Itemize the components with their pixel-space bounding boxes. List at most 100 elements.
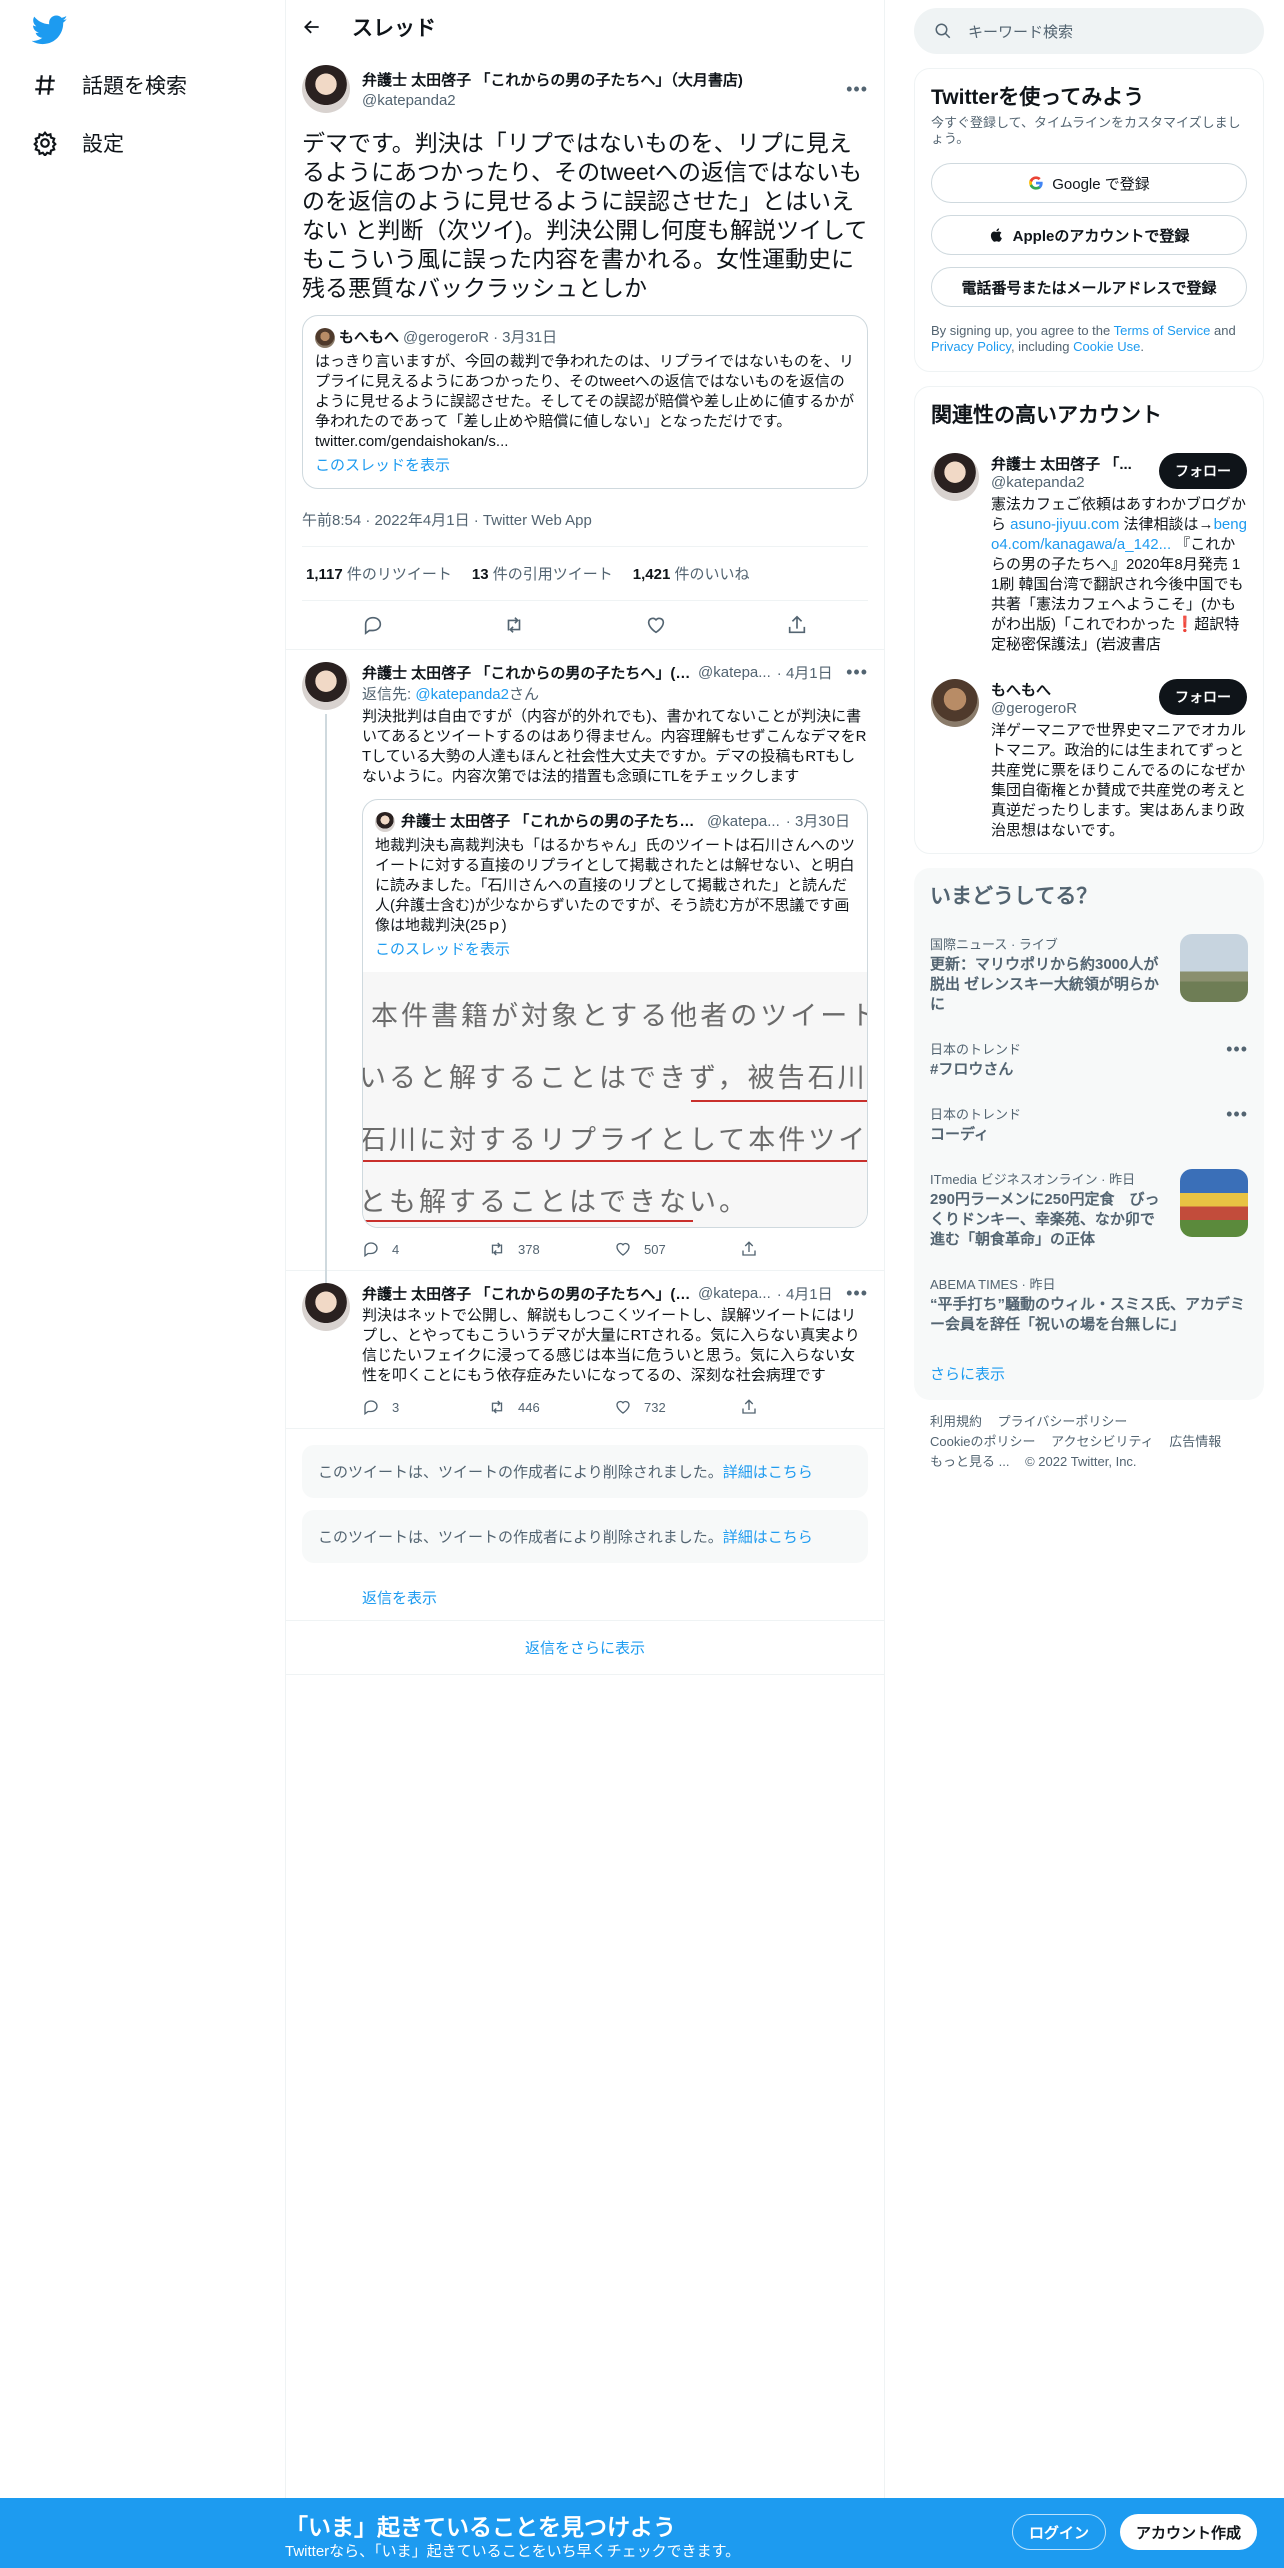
nav-settings[interactable]: 設定 [32,128,124,158]
show-thread-link[interactable]: このスレッドを表示 [375,940,855,960]
trend-item[interactable]: ITmedia ビジネスオンライン · 昨日 290円ラーメンに250円定食 び… [914,1157,1264,1262]
google-icon [1029,176,1043,190]
share-icon[interactable] [786,614,808,636]
quote-date: 3月31日 [502,329,558,346]
left-nav: 話題を検索 設定 [0,0,285,2568]
more-options-icon[interactable]: ••• [846,662,868,683]
thread-connector [325,714,327,1304]
phone-email-signup-button[interactable]: 電話番号またはメールアドレスで登録 [931,267,1247,307]
account-item[interactable]: もへもへ @gerogeroR フォロー 洋ゲーマニアで世界史マニアでオカルトマ… [915,667,1263,853]
reply-button[interactable]: 4 [362,1240,488,1258]
show-replies-link[interactable]: 返信を表示 [286,1575,884,1621]
reply-tweet[interactable]: 弁護士 太田啓子 「これからの男の子たちへ」(大月書店) @katepa... … [286,1271,884,1429]
follow-button[interactable]: フォロー [1159,679,1247,715]
underline [363,1160,867,1162]
tweet-actions: 4 378 507 [362,1240,868,1258]
trend-item[interactable]: 日本のトレンド #フロウさん ••• [914,1027,1264,1092]
quoted-tweet[interactable]: 弁護士 太田啓子 「これからの男の子たちへ」(大月書店) @katepa... … [362,799,868,1228]
quoted-tweet[interactable]: もへもへ @gerogeroR · 3月31日 はっきり言いますが、今回の裁判で… [302,315,868,489]
twitter-logo-icon[interactable] [32,12,68,48]
search-input[interactable]: キーワード検索 [968,21,1073,42]
more-options-icon[interactable]: ••• [846,1283,868,1304]
account-name[interactable]: もへもへ [991,679,1159,700]
footer-link[interactable]: Cookieのポリシー [930,1434,1035,1449]
account-item[interactable]: 弁護士 太田啓子 「... @katepanda2 フォロー 憲法カフェご依頼は… [915,441,1263,667]
bottom-signup-bar: 「いま」起きていることを見つけよう Twitterなら、「いま」起きていることを… [0,2498,1284,2568]
author-name[interactable]: 弁護士 太田啓子 「これからの男の子たちへ」(大月書店) [362,1283,692,1304]
reply-tweet[interactable]: 弁護士 太田啓子 「これからの男の子たちへ」(大月書店) @katepa... … [286,650,884,1304]
retweet-button[interactable]: 446 [488,1398,614,1416]
avatar[interactable] [302,662,350,710]
retweets-stat[interactable]: 1,117 件のリツイート [306,563,452,584]
trend-item[interactable]: 国際ニュース · ライブ 更新：マリウポリから約3000人が脱出 ゼレンスキー大… [914,922,1264,1027]
retweet-button[interactable]: 378 [488,1240,614,1258]
like-icon [616,1242,630,1256]
like-button[interactable]: 732 [614,1398,740,1416]
more-options-icon[interactable]: ••• [846,79,868,100]
share-button[interactable] [740,1398,866,1416]
author-name[interactable]: 弁護士 太田啓子 「これからの男の子たちへ」（大月書店) [362,69,834,90]
share-button[interactable] [740,1240,866,1258]
retweet-icon[interactable] [503,614,525,636]
footer-link[interactable]: 利用規約 [930,1414,982,1429]
tweet-stats: 1,117 件のリツイート 13 件の引用ツイート 1,421 件のいいね [302,547,868,601]
quote-date: · 3月30日 [785,813,850,830]
trend-thumbnail [1180,1169,1248,1237]
avatar[interactable] [931,453,979,501]
account-handle[interactable]: @gerogeroR [991,700,1159,717]
likes-stat[interactable]: 1,421 件のいいね [633,563,750,584]
trends-show-more[interactable]: さらに表示 [914,1347,1264,1400]
author-handle[interactable]: @katepanda2 [362,92,834,109]
show-more-replies-button[interactable]: 返信をさらに表示 [286,1621,884,1675]
like-icon[interactable] [645,614,667,636]
trend-title: #フロウさん [930,1061,1014,1078]
reply-button[interactable]: 3 [362,1398,488,1416]
login-button[interactable]: ログイン [1012,2514,1107,2550]
terms-link[interactable]: Terms of Service [1114,323,1211,338]
image-text-line: とも解することはできない。 [363,1187,749,1218]
avatar[interactable] [302,1283,350,1331]
account-handle[interactable]: @katepanda2 [991,474,1159,491]
tweet-date[interactable]: · 4月1日 [777,1283,833,1304]
avatar[interactable] [302,65,350,113]
back-arrow-icon[interactable] [302,17,322,37]
details-link[interactable]: 詳細はこちら [723,1529,813,1546]
apple-signup-button[interactable]: Appleのアカウントで登録 [931,215,1247,255]
footer-link[interactable]: 広告情報 [1169,1434,1221,1449]
quote-avatar [315,328,335,348]
more-options-icon[interactable]: ••• [1226,1104,1248,1145]
footer-more[interactable]: もっと見る ... [930,1454,1009,1469]
bio-link[interactable]: asuno-jiyuu.com [1010,516,1119,533]
footer-link[interactable]: プライバシーポリシー [998,1414,1128,1429]
show-thread-link[interactable]: このスレッドを表示 [315,456,855,476]
like-button[interactable]: 507 [614,1240,740,1258]
cookie-link[interactable]: Cookie Use [1073,339,1140,354]
nav-explore[interactable]: 話題を検索 [32,70,187,100]
trend-context: ABEMA TIMES · 昨日 [930,1277,1056,1292]
quote-link[interactable]: twitter.com/gendaishokan/s... [315,432,855,452]
footer-link[interactable]: アクセシビリティ [1051,1434,1154,1449]
retweet-icon [491,1242,503,1256]
tweet-actions [302,601,868,649]
follow-button[interactable]: フォロー [1159,453,1247,489]
trend-item[interactable]: 日本のトレンド コーディ ••• [914,1092,1264,1157]
author-handle[interactable]: @katepa... [698,1285,771,1302]
reply-icon[interactable] [362,614,384,636]
quoted-image[interactable]: 本件書籍が対象とする他者のツイートが被 いると解することはできず，被告石川が，本… [363,972,867,1227]
reply-to-handle[interactable]: @katepanda2 [415,686,509,703]
search-box[interactable]: キーワード検索 [914,8,1264,54]
avatar[interactable] [931,679,979,727]
more-options-icon[interactable]: ••• [1226,1039,1248,1080]
quotes-stat[interactable]: 13 件の引用ツイート [472,563,613,584]
account-name[interactable]: 弁護士 太田啓子 「... [991,453,1159,474]
tweet-date[interactable]: · 4月1日 [777,662,833,683]
author-handle[interactable]: @katepa... [698,664,771,681]
details-link[interactable]: 詳細はこちら [723,1464,813,1481]
trend-context: 日本のトレンド [930,1042,1022,1057]
signup-button[interactable]: アカウント作成 [1120,2514,1258,2550]
trend-thumbnail [1180,934,1248,1002]
trend-item[interactable]: ABEMA TIMES · 昨日 “平手打ち”騒動のウィル・スミス氏、アカデミー… [914,1262,1264,1347]
google-signup-button[interactable]: Google で登録 [931,163,1247,203]
privacy-link[interactable]: Privacy Policy [931,339,1011,354]
author-name[interactable]: 弁護士 太田啓子 「これからの男の子たちへ」(大月書店) [362,662,692,683]
